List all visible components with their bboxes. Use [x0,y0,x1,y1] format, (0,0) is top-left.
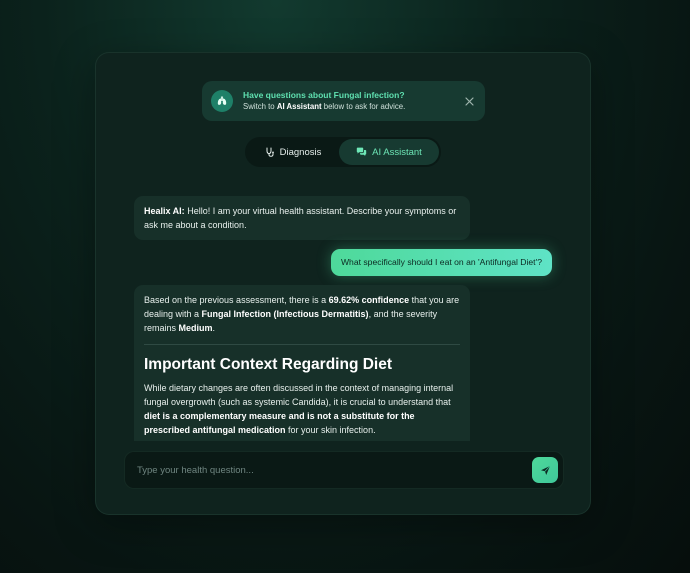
mode-tabs: Diagnosis AI Assistant [245,137,441,167]
send-icon [540,465,550,475]
reply-assessment-paragraph: Based on the previous assessment, there … [144,293,460,335]
banner-subtitle-prefix: Switch to [243,102,277,111]
info-banner: Have questions about Fungal infection? S… [202,81,485,121]
reply-divider [144,344,460,345]
message-composer [124,451,564,489]
banner-subtitle: Switch to AI Assistant below to ask for … [243,101,405,113]
reply-text-5: While dietary changes are often discusse… [144,383,454,407]
user-message-text: What specifically should I eat on an 'An… [340,257,542,267]
send-button[interactable] [532,457,558,483]
reply-heading: Important Context Regarding Diet [144,356,393,373]
close-banner-button[interactable] [462,94,476,108]
reply-text-1: Based on the previous assessment, there … [144,295,329,305]
lungs-icon [211,90,233,112]
banner-text: Have questions about Fungal infection? S… [243,89,405,113]
reply-confidence: 69.62% confidence [328,295,410,305]
user-message: What specifically should I eat on an 'An… [330,249,552,276]
chat-card: Have questions about Fungal infection? S… [95,52,591,515]
tab-ai-assistant-label: AI Assistant [372,146,422,158]
reply-text-6: for your skin infection. [285,425,376,435]
chat-bubbles-icon [356,147,367,156]
banner-subtitle-suffix: below to ask for advice. [321,102,406,111]
assistant-greeting-message: Healix AI: Hello! I am your virtual heal… [134,196,470,240]
banner-title: Have questions about Fungal infection? [243,90,405,100]
reply-text-4: . [212,323,216,333]
reply-context-paragraph: While dietary changes are often discusse… [144,381,460,437]
reply-severity: Medium [178,323,213,333]
message-text: Hello! I am your virtual health assistan… [144,206,457,230]
message-sender: Healix AI: [144,206,185,216]
close-icon [464,96,474,106]
tab-diagnosis[interactable]: Diagnosis [247,139,339,165]
reply-condition: Fungal Infection (Infectious Dermatitis) [201,309,369,319]
stethoscope-icon [266,147,274,157]
question-input[interactable] [125,452,532,488]
tab-ai-assistant[interactable]: AI Assistant [339,139,439,165]
banner-subtitle-link: AI Assistant [276,102,322,111]
tab-diagnosis-label: Diagnosis [279,146,322,158]
assistant-reply-message: Based on the previous assessment, there … [134,285,470,441]
